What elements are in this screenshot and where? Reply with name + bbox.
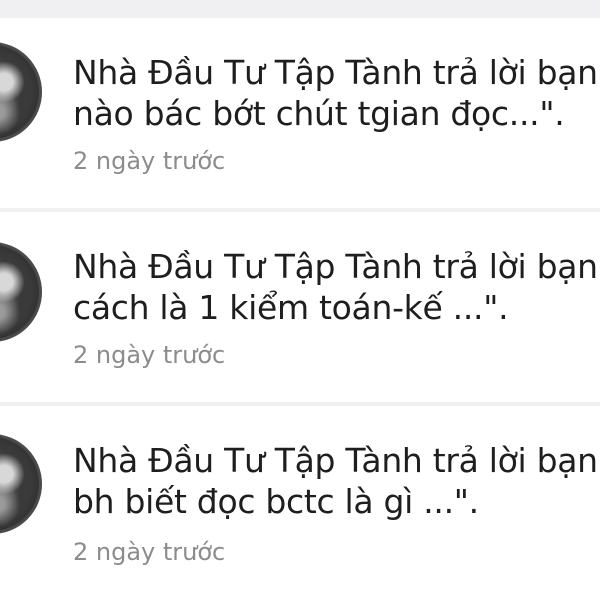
notification-timestamp: 2 ngày trước xyxy=(73,538,226,566)
notification-timestamp: 2 ngày trước xyxy=(73,341,226,369)
notification-message-line: Nhà Đầu Tư Tập Tành trả lời bạn "v xyxy=(73,247,600,286)
notification-message-line: cách là 1 kiểm toán-kế ...". xyxy=(73,288,509,327)
notification-timestamp: 2 ngày trước xyxy=(73,147,226,175)
notification-message: Nhà Đầu Tư Tập Tành trả lời bạn "b bh bi… xyxy=(73,440,600,522)
notification-item[interactable]: Nhà Đầu Tư Tập Tành trả lời bạn "v cách … xyxy=(0,212,600,402)
notification-message-line: Nhà Đầu Tư Tập Tành trả lời bạn "h xyxy=(73,53,600,92)
notification-message: Nhà Đầu Tư Tập Tành trả lời bạn "h nào b… xyxy=(73,52,600,134)
notification-message-line: Nhà Đầu Tư Tập Tành trả lời bạn "b xyxy=(73,441,600,480)
notification-message-line: bh biết đọc bctc là gì ...". xyxy=(73,482,479,521)
notification-item[interactable]: Nhà Đầu Tư Tập Tành trả lời bạn "h nào b… xyxy=(0,18,600,208)
avatar[interactable] xyxy=(0,242,42,342)
notification-message-line: nào bác bớt chút tgian đọc...". xyxy=(73,94,565,133)
avatar[interactable] xyxy=(0,42,42,142)
notification-item[interactable]: Nhà Đầu Tư Tập Tành trả lời bạn "b bh bi… xyxy=(0,406,600,600)
notification-list: Nhà Đầu Tư Tập Tành trả lời bạn "h nào b… xyxy=(0,0,600,600)
notification-message: Nhà Đầu Tư Tập Tành trả lời bạn "v cách … xyxy=(73,246,600,328)
avatar[interactable] xyxy=(0,434,42,534)
